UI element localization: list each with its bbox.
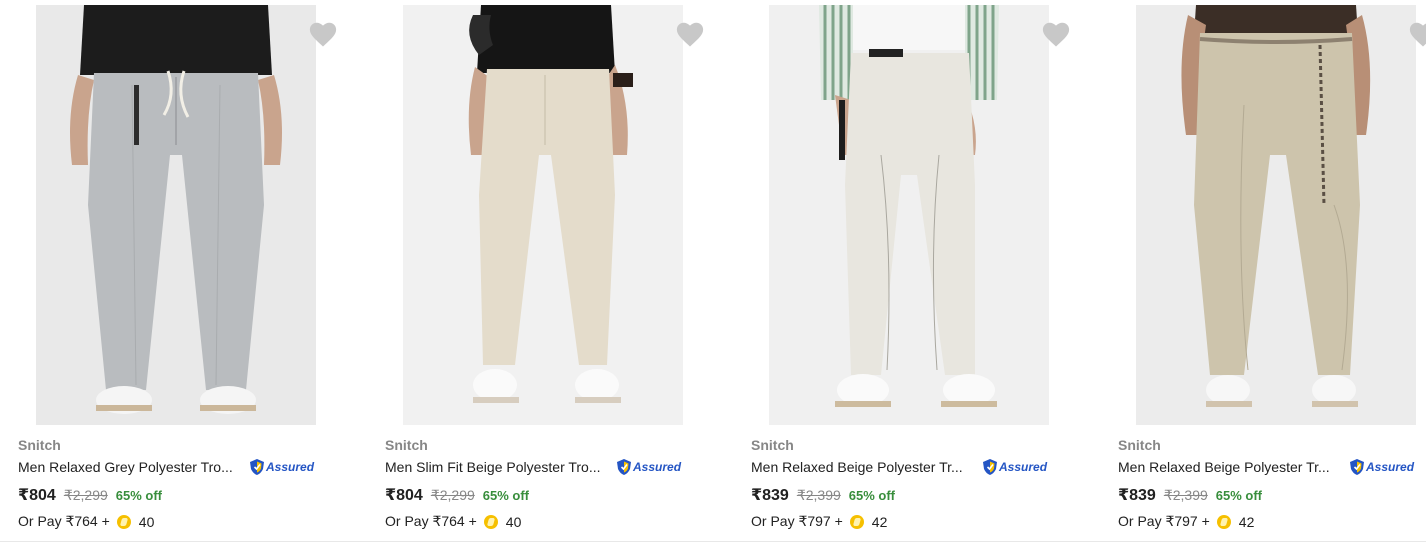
original-price: ₹2,399 [796, 487, 841, 503]
product-card[interactable]: Snitch Men Relaxed Beige Polyester Tr...… [1100, 0, 1426, 543]
supercoin-icon [483, 514, 498, 529]
shield-icon [617, 459, 631, 475]
selling-price: ₹839 [1118, 487, 1156, 504]
wishlist-heart-icon[interactable] [308, 20, 338, 48]
shield-icon [250, 459, 264, 475]
coin-count: 42 [1238, 513, 1255, 530]
wishlist-heart-icon[interactable] [1408, 20, 1426, 48]
selling-price: ₹839 [751, 487, 789, 504]
pay-with-coins-text: Or Pay ₹764 + [18, 513, 110, 529]
wishlist-heart-icon[interactable] [1041, 20, 1071, 48]
trousers-illustration [403, 5, 683, 425]
discount-label: 65% off [1215, 488, 1263, 503]
coin-count: 40 [505, 513, 522, 530]
product-title[interactable]: Men Slim Fit Beige Polyester Tro... [385, 459, 613, 475]
brand-name: Snitch [385, 437, 428, 453]
brand-name: Snitch [18, 437, 61, 453]
discount-label: 65% off [115, 488, 163, 503]
product-title[interactable]: Men Relaxed Beige Polyester Tr... [751, 459, 979, 475]
product-title[interactable]: Men Relaxed Beige Polyester Tr... [1118, 459, 1346, 475]
supercoin-icon [849, 514, 864, 529]
assured-badge: Assured [249, 458, 314, 476]
product-title[interactable]: Men Relaxed Grey Polyester Tro... [18, 459, 246, 475]
product-image[interactable] [769, 5, 1049, 425]
product-card[interactable]: Snitch Men Slim Fit Beige Polyester Tro.… [367, 0, 719, 543]
brand-name: Snitch [1118, 437, 1161, 453]
discount-label: 65% off [848, 488, 896, 503]
assured-label: Assured [266, 460, 315, 474]
product-card[interactable]: Snitch Men Relaxed Grey Polyester Tro...… [0, 0, 352, 543]
assured-badge: Assured [982, 458, 1047, 476]
divider [0, 541, 1426, 542]
trousers-illustration [769, 5, 1049, 425]
trousers-illustration [36, 5, 316, 425]
product-image[interactable] [36, 5, 316, 425]
assured-label: Assured [633, 460, 682, 474]
coin-count: 42 [871, 513, 888, 530]
assured-badge: Assured [616, 458, 681, 476]
product-image[interactable] [1136, 5, 1416, 425]
assured-label: Assured [1366, 460, 1415, 474]
supercoin-icon [1216, 514, 1231, 529]
brand-name: Snitch [751, 437, 794, 453]
selling-price: ₹804 [385, 487, 423, 504]
original-price: ₹2,399 [1163, 487, 1208, 503]
pay-with-coins-text: Or Pay ₹797 + [1118, 513, 1210, 529]
selling-price: ₹804 [18, 487, 56, 504]
assured-badge: Assured [1349, 458, 1414, 476]
supercoin-icon [116, 514, 131, 529]
trousers-illustration [1136, 5, 1416, 425]
discount-label: 65% off [482, 488, 530, 503]
assured-label: Assured [999, 460, 1048, 474]
pay-with-coins-text: Or Pay ₹764 + [385, 513, 477, 529]
shield-icon [1350, 459, 1364, 475]
wishlist-heart-icon[interactable] [675, 20, 705, 48]
product-card[interactable]: Snitch Men Relaxed Beige Polyester Tr...… [733, 0, 1085, 543]
original-price: ₹2,299 [63, 487, 108, 503]
coin-count: 40 [138, 513, 155, 530]
pay-with-coins-text: Or Pay ₹797 + [751, 513, 843, 529]
original-price: ₹2,299 [430, 487, 475, 503]
shield-icon [983, 459, 997, 475]
product-image[interactable] [403, 5, 683, 425]
